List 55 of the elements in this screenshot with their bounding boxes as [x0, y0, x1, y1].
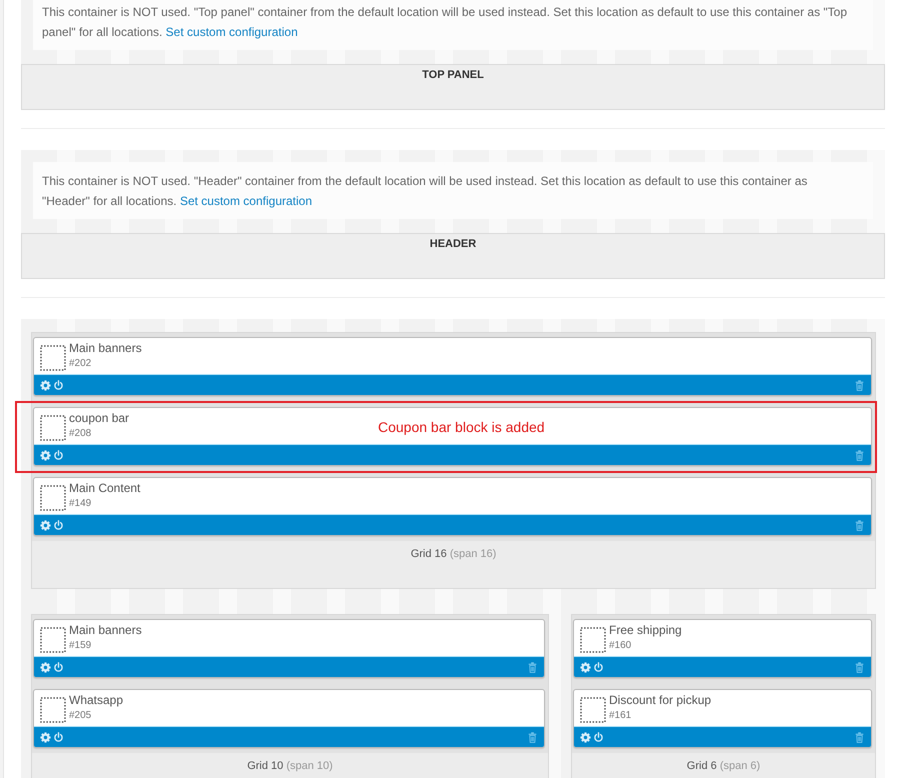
settings-icon[interactable] — [40, 520, 51, 530]
container-title: HEADER — [430, 238, 476, 250]
block-name: Whatsapp — [69, 693, 124, 708]
block-placeholder-icon — [580, 697, 606, 723]
grid-title: Grid 16 — [410, 548, 447, 560]
power-icon[interactable] — [53, 450, 64, 460]
custom-configuration-link[interactable]: Set custom configuration — [166, 25, 298, 39]
power-icon[interactable] — [593, 662, 604, 672]
block-placeholder-icon — [40, 345, 66, 371]
settings-icon[interactable] — [40, 450, 51, 460]
grid-span: (span 16) — [450, 548, 496, 560]
notice-text: This container is NOT used. "Top panel" container from the default location will be used instead. Set this location as default to use this container as "Top panel" for all locations. Set custom configuration — [42, 4, 848, 41]
block-placeholder-icon — [40, 485, 66, 511]
block-name: Main banners — [69, 341, 142, 356]
trash-icon[interactable] — [527, 732, 538, 742]
block-name: coupon bar — [69, 411, 130, 426]
grid-title: Grid 6 — [686, 760, 717, 772]
block-placeholder-icon — [40, 415, 66, 441]
power-icon[interactable] — [53, 662, 64, 672]
trash-icon[interactable] — [854, 520, 865, 530]
power-icon[interactable] — [53, 732, 64, 742]
grid-span: (span 6) — [720, 760, 760, 772]
block-id: #208 — [69, 427, 92, 441]
notice-text: This container is NOT used. "Header" container from the default location will be used instead. Set this location as default to use this container as "Header" for all locations. Set custom configuration — [42, 173, 808, 210]
block-id: #160 — [609, 639, 632, 653]
container-title: TOP PANEL — [422, 69, 484, 81]
block-placeholder-icon — [40, 697, 66, 723]
settings-icon[interactable] — [40, 732, 51, 742]
settings-icon[interactable] — [40, 662, 51, 672]
block-name: Main Content — [69, 481, 140, 496]
block-id: #161 — [609, 709, 632, 723]
power-icon[interactable] — [53, 380, 64, 390]
block-name: Discount for pickup — [609, 693, 712, 708]
settings-icon[interactable] — [580, 732, 591, 742]
block-name: Free shipping — [609, 623, 682, 638]
block-placeholder-icon — [40, 627, 66, 653]
custom-configuration-link[interactable]: Set custom configuration — [180, 194, 312, 208]
settings-icon[interactable] — [580, 662, 591, 672]
block-id: #149 — [69, 497, 92, 511]
trash-icon[interactable] — [854, 380, 865, 390]
power-icon[interactable] — [593, 732, 604, 742]
block-name: Main banners — [69, 623, 142, 638]
power-icon[interactable] — [53, 520, 64, 530]
trash-icon[interactable] — [527, 662, 538, 672]
trash-icon[interactable] — [854, 450, 865, 460]
block-id: #202 — [69, 357, 92, 371]
block-id: #159 — [69, 639, 92, 653]
trash-icon[interactable] — [854, 732, 865, 742]
settings-icon[interactable] — [40, 380, 51, 390]
annotation-text: Coupon bar block is added — [378, 419, 545, 435]
block-id: #205 — [69, 709, 92, 723]
grid-title: Grid 10 — [247, 760, 284, 772]
trash-icon[interactable] — [854, 662, 865, 672]
block-placeholder-icon — [580, 627, 606, 653]
grid-span: (span 10) — [286, 760, 333, 772]
